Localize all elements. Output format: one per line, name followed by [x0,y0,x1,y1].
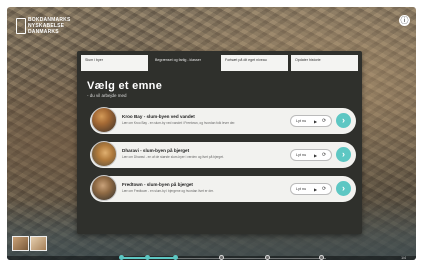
tab-fortsaet[interactable]: Fortsæt på dit eget niveau [221,55,288,71]
play-icon: ▶ [314,153,318,158]
page-indicator: 1/4 [401,256,406,260]
progress-bar: 1/4 [7,255,416,260]
arrow-right-icon[interactable]: › [336,147,351,162]
listen-label: Lyt nu [296,119,307,123]
topic-thumbnail [91,175,117,201]
play-icon: ▶ [314,187,318,192]
progress-step[interactable] [265,255,270,260]
topic-thumbnail [91,107,117,133]
panel-title: Vælg et emne [87,80,163,92]
topic-card-dharavi[interactable]: Dharavi - slum-byen på bjerget Lær om Dh… [90,141,356,168]
progress-step[interactable] [319,255,324,260]
progress-step[interactable] [173,255,178,260]
topic-title: Fredtown - slum-byen på bjerget [122,182,193,187]
thumbnail-image[interactable] [30,236,47,251]
progress-step[interactable] [145,255,150,260]
thumbnail-image[interactable] [12,236,29,251]
tab-slum-i-byer[interactable]: Slum i byer [81,55,148,71]
play-icon: ▶ [314,119,318,124]
arrow-right-icon[interactable]: › [336,113,351,128]
topic-description: Lær om Kroo Bay - en slum-by ved vandet … [122,121,236,125]
info-icon[interactable]: ⓘ [399,15,410,26]
arrow-right-icon[interactable]: › [336,181,351,196]
topic-card-kroo-bay[interactable]: Kroo Bay - slum-byen ved vandet Lær om K… [90,107,356,134]
topic-thumbnail [91,141,117,167]
progress-step[interactable] [219,255,224,260]
progress-step[interactable] [119,255,124,260]
topic-title: Kroo Bay - slum-byen ved vandet [122,114,195,119]
reload-icon: ⟳ [322,118,327,124]
background-photo: BOKDANMARKS NYSKABELSE DANMARKS ⓘ Slum i… [7,7,416,260]
tab-begraenset-og-farlig[interactable]: Begrænset og farlig - klasser [151,55,218,73]
topic-list: Kroo Bay - slum-byen ved vandet Lær om K… [90,107,356,210]
topic-description: Lær om Fredtown - en slum-by i bjergene … [122,189,214,193]
listen-button[interactable]: Lyt nu ▶ ⟳ [290,115,332,127]
panel-subtitle: - du vil arbejde med [87,93,127,98]
reload-icon: ⟳ [322,152,327,158]
listen-label: Lyt nu [296,187,307,191]
topic-card-fredtown[interactable]: Fredtown - slum-byen på bjerget Lær om F… [90,175,356,202]
topic-description: Lær om Dharavi - en af de største slum-b… [122,155,224,159]
listen-button[interactable]: Lyt nu ▶ ⟳ [290,149,332,161]
logo-mark-icon [16,18,26,34]
reload-icon: ⟳ [322,186,327,192]
app-logo[interactable]: BOKDANMARKS NYSKABELSE DANMARKS [16,15,80,37]
tab-bar: Slum i byer Begrænset og farlig - klasse… [81,55,358,73]
topic-dialog: Slum i byer Begrænset og farlig - klasse… [77,51,362,234]
listen-label: Lyt nu [296,153,307,157]
thumbnail-strip [12,236,48,251]
topic-title: Dharavi - slum-byen på bjerget [122,148,190,153]
listen-button[interactable]: Lyt nu ▶ ⟳ [290,183,332,195]
tab-opdater-historie[interactable]: Opdater historie [291,55,358,71]
logo-text: BOKDANMARKS NYSKABELSE DANMARKS [28,17,71,35]
